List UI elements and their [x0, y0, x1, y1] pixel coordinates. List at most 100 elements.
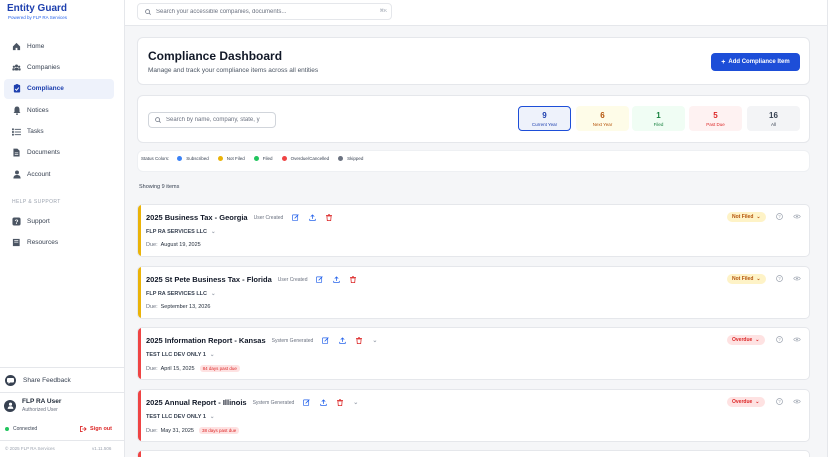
- upload-icon[interactable]: [333, 276, 341, 283]
- question-icon[interactable]: ?: [776, 213, 783, 220]
- sidebar-item-resources[interactable]: Resources: [4, 232, 114, 252]
- chevron-down-icon[interactable]: ⌄: [353, 399, 358, 406]
- edit-icon[interactable]: [316, 276, 324, 283]
- global-search-input[interactable]: [156, 8, 391, 15]
- upload-icon[interactable]: [309, 214, 317, 221]
- question-icon[interactable]: ?: [776, 336, 783, 343]
- items-count: Showing 9 items: [139, 184, 180, 190]
- status-badge[interactable]: Overdue ⌄: [727, 397, 765, 407]
- chevron-down-icon[interactable]: ⌄: [372, 337, 377, 344]
- edit-icon[interactable]: [292, 214, 300, 221]
- eye-icon[interactable]: [793, 337, 801, 342]
- stat-past-due[interactable]: 5 Past Due: [689, 106, 742, 131]
- compliance-item[interactable]: 2025 Annual Report - Illinois System Gen…: [137, 389, 810, 442]
- legend-item-label: Overdue/Cancelled: [290, 156, 330, 161]
- question-icon[interactable]: ?: [776, 275, 783, 282]
- edit-icon[interactable]: [303, 399, 310, 406]
- stat-count: 16: [769, 110, 778, 120]
- eye-icon[interactable]: [793, 276, 801, 281]
- edit-icon[interactable]: [322, 337, 330, 344]
- status-legend: Status Colors: Subscribed Not Filed File…: [141, 156, 372, 161]
- trash-icon[interactable]: [326, 214, 333, 221]
- chevron-down-icon[interactable]: ⌄: [210, 414, 215, 420]
- stat-filed[interactable]: 1 Filed: [632, 106, 685, 131]
- legend-dot: [177, 156, 183, 161]
- sidebar-item-support[interactable]: ? Support: [4, 211, 114, 231]
- item-source: User Created: [277, 276, 308, 283]
- global-search[interactable]: ⌘K: [137, 3, 392, 20]
- user-profile[interactable]: FLP RA User Authorized User: [4, 398, 61, 413]
- sidebar-item-account[interactable]: Account: [4, 164, 114, 184]
- user-role: Authorized User: [22, 407, 58, 413]
- users-icon: [12, 63, 21, 72]
- chevron-down-icon[interactable]: ⌄: [210, 352, 215, 358]
- due-date: April 15, 2025: [160, 365, 195, 372]
- due-label: Due:: [146, 304, 158, 310]
- status-accent-bar: [138, 451, 141, 457]
- items-search[interactable]: [148, 112, 276, 128]
- sidebar-item-compliance[interactable]: Compliance: [4, 78, 114, 99]
- legend-item: Subscribed: [177, 156, 209, 161]
- items-search-input[interactable]: [166, 117, 275, 123]
- divider: [0, 367, 124, 368]
- due-label: Due:: [146, 242, 158, 248]
- upload-icon[interactable]: [339, 337, 347, 344]
- trash-icon[interactable]: [337, 399, 344, 406]
- copyright: © 2025 FLP RA Services: [5, 446, 55, 451]
- item-title[interactable]: 2025 St Pete Business Tax - Florida: [146, 275, 272, 284]
- chat-icon: [5, 375, 16, 386]
- filter-bar: 9 Current Year 6 Next Year 1 Filed 5 Pas…: [137, 95, 810, 143]
- trash-icon[interactable]: [356, 337, 363, 344]
- chevron-down-icon[interactable]: ⌄: [211, 229, 216, 235]
- question-icon[interactable]: ?: [776, 398, 783, 405]
- sidebar-item-documents[interactable]: Documents: [4, 143, 114, 163]
- status-accent-bar: [138, 267, 141, 318]
- item-title[interactable]: 2025 Information Report - Kansas: [146, 336, 266, 345]
- item-source: System Generated: [271, 337, 314, 344]
- item-company[interactable]: FLP RA SERVICES LLC: [146, 291, 207, 297]
- bell-icon: [12, 106, 21, 115]
- brand-title[interactable]: Entity Guard: [7, 3, 67, 14]
- add-compliance-item-button[interactable]: + Add Compliance Item: [711, 53, 800, 71]
- chevron-down-icon[interactable]: ⌄: [211, 291, 216, 297]
- sign-out-button[interactable]: Sign out: [80, 426, 112, 432]
- item-title[interactable]: 2025 Business Tax - Georgia: [146, 213, 248, 222]
- status-badge[interactable]: Overdue ⌄: [727, 335, 765, 345]
- legend-item-label: Skipped: [347, 156, 364, 161]
- svg-text:?: ?: [778, 276, 781, 281]
- sidebar-item-notices[interactable]: Notices: [4, 100, 114, 120]
- trash-icon[interactable]: [350, 276, 357, 283]
- item-company[interactable]: FLP RA SERVICES LLC: [146, 229, 207, 235]
- sidebar-item-companies[interactable]: Companies: [4, 57, 114, 77]
- svg-text:?: ?: [778, 337, 781, 342]
- compliance-item[interactable]: 2025 St Pete Business Tax - Florida User…: [137, 266, 810, 319]
- eye-icon[interactable]: [793, 214, 801, 219]
- item-title[interactable]: 2025 Annual Report - Illinois: [146, 398, 247, 407]
- sidebar-item-tasks[interactable]: Tasks: [4, 122, 114, 142]
- legend-item-label: Subscribed: [186, 156, 209, 161]
- compliance-item[interactable]: [137, 450, 810, 457]
- sign-out-label: Sign out: [90, 426, 112, 432]
- legend-item-label: Filed: [262, 156, 273, 161]
- brand-subtitle: Powered by FLP RA Services: [8, 15, 67, 20]
- status-badge[interactable]: Not Filed ⌄: [727, 274, 766, 284]
- sidebar-item-label: Tasks: [27, 128, 44, 136]
- item-company[interactable]: TEST LLC DEV ONLY 1: [146, 414, 206, 420]
- avatar: [4, 399, 16, 412]
- sidebar-item-home[interactable]: Home: [4, 36, 114, 56]
- stat-all[interactable]: 16 All: [747, 106, 800, 131]
- shortcut-hint: ⌘K: [379, 8, 387, 13]
- compliance-item[interactable]: 2025 Information Report - Kansas System …: [137, 327, 810, 380]
- user-icon: [12, 170, 21, 179]
- status-badge[interactable]: Not Filed ⌄: [727, 212, 766, 222]
- stat-next-year[interactable]: 6 Next Year: [576, 106, 629, 131]
- item-company[interactable]: TEST LLC DEV ONLY 1: [146, 352, 206, 358]
- eye-icon[interactable]: [793, 399, 801, 404]
- status-accent-bar: [138, 205, 141, 256]
- share-feedback-button[interactable]: Share Feedback: [5, 375, 71, 386]
- compliance-item[interactable]: 2025 Business Tax - Georgia User Created…: [137, 204, 810, 257]
- upload-icon[interactable]: [320, 399, 327, 406]
- status-accent-bar: [138, 328, 141, 379]
- stat-current-year[interactable]: 9 Current Year: [518, 106, 571, 131]
- nav-section-title: HELP & SUPPORT: [12, 199, 61, 205]
